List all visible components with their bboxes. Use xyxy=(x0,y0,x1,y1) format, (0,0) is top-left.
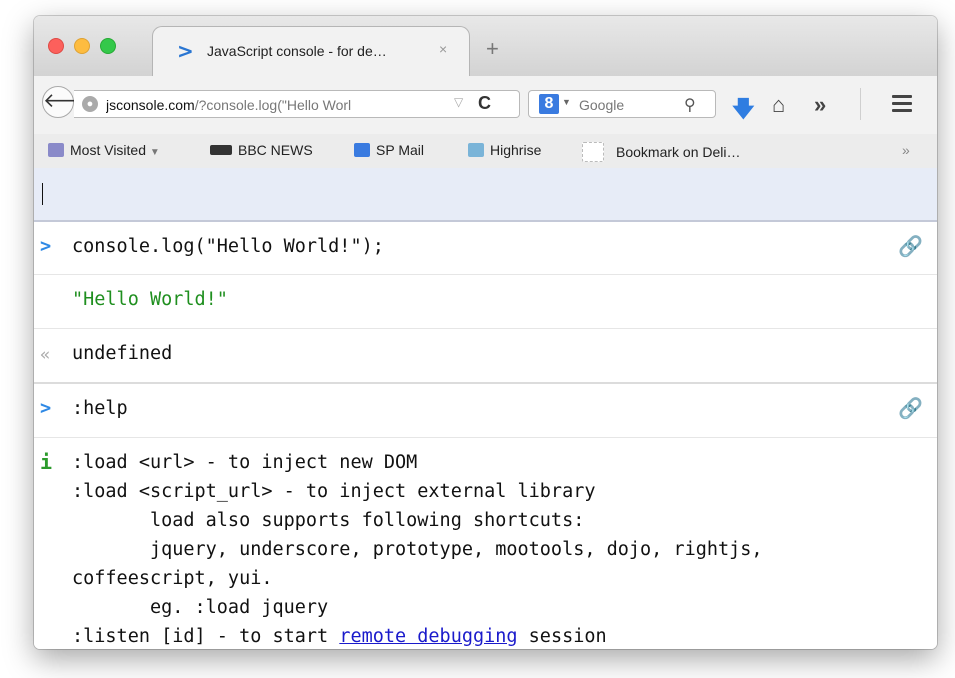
info-icon: i xyxy=(40,450,53,474)
url-text[interactable]: jsconsole.com/?console.log("Hello Worl xyxy=(106,97,436,113)
url-host: jsconsole.com xyxy=(106,97,195,113)
home-icon[interactable]: ⌂ xyxy=(772,92,785,118)
prompt-icon: > xyxy=(40,398,52,419)
permalink-icon[interactable]: 🔗 xyxy=(898,234,923,258)
folder-icon xyxy=(48,143,64,157)
bookmark-most-visited[interactable]: Most Visited ▼ xyxy=(48,142,160,158)
help-line: eg. :load jquery xyxy=(72,597,329,618)
browser-window: > JavaScript console - for de… × + 🡐 ● j… xyxy=(34,16,937,649)
bbc-icon xyxy=(210,145,232,155)
hamburger-menu-icon[interactable] xyxy=(892,95,912,116)
log-entry: « undefined xyxy=(34,329,937,384)
entry-output: "Hello World!" xyxy=(72,289,228,310)
url-path: /?console.log("Hello Worl xyxy=(194,97,352,113)
remote-debugging-link[interactable]: remote debugging xyxy=(339,626,517,647)
tab-title: JavaScript console - for de… xyxy=(207,43,387,59)
download-icon[interactable]: 🡇 xyxy=(732,92,755,130)
result-icon: « xyxy=(40,345,51,365)
bookmark-label: Bookmark on Deli… xyxy=(616,144,741,160)
help-line: jquery, underscore, prototype, mootools,… xyxy=(72,539,763,560)
help-line: coffeescript, yui. xyxy=(72,568,273,589)
title-bar: > JavaScript console - for de… × + xyxy=(34,16,937,76)
search-engine-icon[interactable]: 8 xyxy=(539,94,559,114)
text-caret xyxy=(42,183,43,205)
minimize-window-button[interactable] xyxy=(74,38,90,54)
bookmark-bbc-news[interactable]: BBC NEWS xyxy=(210,142,313,158)
help-text: :listen [id] - to start xyxy=(72,626,340,647)
sp-mail-icon xyxy=(354,143,370,157)
new-tab-button[interactable]: + xyxy=(486,38,499,60)
overflow-chevron-icon[interactable]: » xyxy=(814,92,826,118)
search-icon[interactable]: ⚲ xyxy=(684,95,696,115)
console-favicon-icon: > xyxy=(177,39,194,63)
entry-command: console.log("Hello World!"); xyxy=(72,236,384,257)
entry-result: undefined xyxy=(72,343,173,364)
bookmark-label: Most Visited xyxy=(70,142,146,158)
bookmark-sp-mail[interactable]: SP Mail xyxy=(354,142,424,158)
console-input[interactable] xyxy=(34,168,937,222)
zoom-window-button[interactable] xyxy=(100,38,116,54)
engine-dropdown-icon[interactable]: ▼ xyxy=(562,97,571,107)
bookmark-highrise[interactable]: Highrise xyxy=(468,142,541,158)
log-entry: > :help 🔗 xyxy=(34,384,937,438)
search-input[interactable]: Google xyxy=(579,97,624,113)
tab-close-icon[interactable]: × xyxy=(439,41,447,57)
toolbar-divider xyxy=(860,88,861,120)
delicious-icon xyxy=(582,142,604,162)
bookmark-label: Highrise xyxy=(490,142,542,158)
prompt-icon: > xyxy=(40,236,52,257)
log-entry: > console.log("Hello World!"); 🔗 xyxy=(34,222,937,275)
history-dropdown-icon[interactable]: ▽ xyxy=(454,95,463,109)
close-window-button[interactable] xyxy=(48,38,64,54)
bookmark-delicious[interactable]: Bookmark on Deli… xyxy=(582,142,741,162)
help-text: session xyxy=(517,626,607,647)
bookmark-label: SP Mail xyxy=(376,142,424,158)
log-entry: i :load <url> - to inject new DOM :load … xyxy=(34,438,937,649)
search-bar[interactable]: 8 ▼ Google ⚲ xyxy=(528,90,716,118)
permalink-icon[interactable]: 🔗 xyxy=(898,396,923,420)
help-line: load also supports following shortcuts: xyxy=(72,510,585,531)
bookmark-label: BBC NEWS xyxy=(238,142,313,158)
highrise-icon xyxy=(468,143,484,157)
tab-jsconsole[interactable]: > JavaScript console - for de… × xyxy=(152,26,470,76)
help-line: :load <script_url> - to inject external … xyxy=(72,481,596,502)
url-bar[interactable]: ● jsconsole.com/?console.log("Hello Worl… xyxy=(74,90,520,118)
help-line: :listen [id] - to start remote debugging… xyxy=(72,626,607,647)
bookmarks-toolbar: Most Visited ▼ BBC NEWS SP Mail Highrise… xyxy=(34,134,937,169)
navigation-toolbar: 🡐 ● jsconsole.com/?console.log("Hello Wo… xyxy=(34,76,937,143)
chevron-down-icon: ▼ xyxy=(149,147,160,158)
help-line: :load <url> - to inject new DOM xyxy=(72,452,418,473)
back-button[interactable]: 🡐 xyxy=(42,86,97,118)
reload-icon[interactable]: C xyxy=(478,93,491,114)
console-log: > console.log("Hello World!"); 🔗 "Hello … xyxy=(34,222,937,649)
entry-command: :help xyxy=(72,398,128,419)
bookmarks-overflow-icon[interactable]: » xyxy=(902,142,910,158)
log-entry: "Hello World!" xyxy=(34,275,937,329)
site-info-icon[interactable]: ● xyxy=(82,96,98,112)
